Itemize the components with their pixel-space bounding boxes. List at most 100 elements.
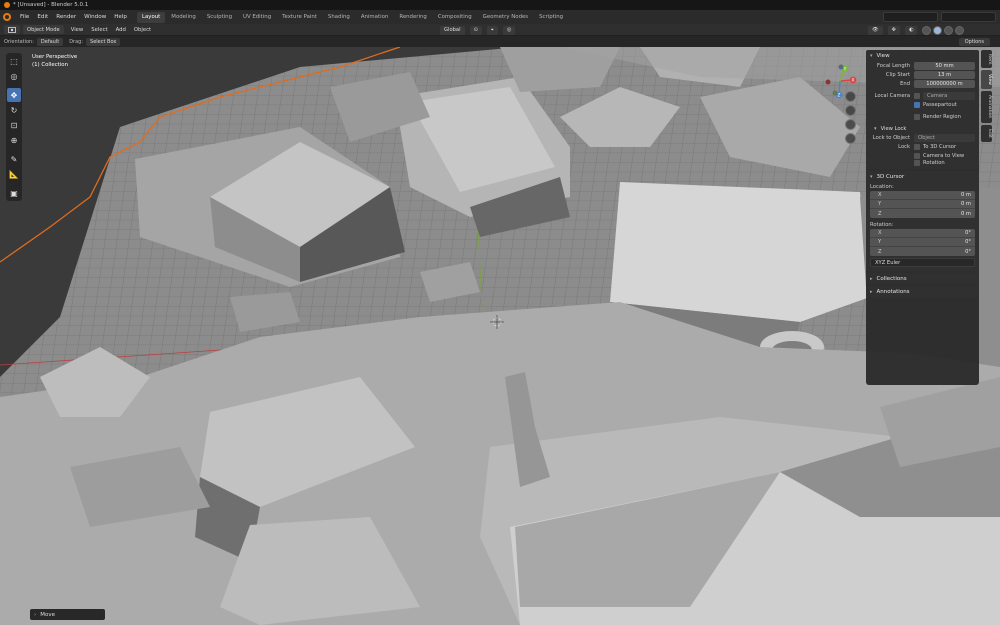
location-y-field[interactable]: Y 0 m: [870, 200, 975, 209]
rotation-y-field[interactable]: Y 0°: [870, 238, 975, 247]
menu-help[interactable]: Help: [110, 10, 131, 24]
location-y-value: 0 m: [960, 201, 971, 207]
top-menu-bar: File Edit Render Window Help Layout Mode…: [0, 10, 1000, 24]
tab-geometry-nodes[interactable]: Geometry Nodes: [478, 12, 533, 23]
move-tool[interactable]: ✥: [7, 88, 21, 102]
annotations-header[interactable]: ▸ Annotations: [866, 286, 979, 297]
sidebar-panel: ▾ View Focal Length 50 mm Clip Start 13 m E…: [866, 50, 979, 385]
chevron-down-icon: ▾: [870, 52, 873, 59]
ortho-toggle-icon[interactable]: [845, 133, 856, 144]
pivot-point-button[interactable]: ⊙: [469, 25, 482, 35]
tab-animation[interactable]: Animation: [356, 12, 393, 23]
scale-tool[interactable]: ⊡: [7, 118, 21, 132]
tab-edit[interactable]: Edit: [981, 124, 992, 142]
shading-rendered-button[interactable]: [955, 25, 965, 35]
collections-title: Collections: [876, 275, 907, 282]
tab-view[interactable]: View: [981, 70, 992, 90]
tab-layout[interactable]: Layout: [136, 11, 166, 23]
camera-view-icon[interactable]: [845, 119, 856, 130]
annotate-tool[interactable]: ✎: [7, 152, 21, 166]
tab-texture-paint[interactable]: Texture Paint: [277, 12, 322, 23]
rotation-z-value: 0°: [965, 248, 971, 255]
rotation-mode-dropdown[interactable]: XYZ Euler: [870, 258, 975, 267]
location-z-field[interactable]: Z 0 m: [870, 209, 975, 218]
menu-add[interactable]: Add: [112, 27, 130, 33]
passepartout-checkbox[interactable]: [914, 101, 920, 108]
location-x-field[interactable]: X 0 m: [870, 191, 975, 200]
menu-file[interactable]: File: [16, 10, 33, 24]
camera-to-view-checkbox[interactable]: [914, 152, 920, 159]
clip-end-field[interactable]: 100000000 m: [914, 79, 975, 88]
menu-render[interactable]: Render: [52, 10, 80, 24]
tab-uv-editing[interactable]: UV Editing: [238, 12, 276, 23]
rotation-lock-checkbox[interactable]: [914, 160, 920, 166]
measure-tool[interactable]: 📐: [7, 167, 21, 181]
transform-tool[interactable]: ⊕: [7, 133, 21, 147]
clip-start-field[interactable]: 13 m: [914, 70, 975, 79]
tab-modeling[interactable]: Modeling: [166, 12, 201, 23]
3d-cursor-header[interactable]: ▾ 3D Cursor: [866, 171, 979, 182]
orientation-dropdown[interactable]: Default: [36, 37, 64, 46]
local-camera-checkbox[interactable]: [914, 92, 920, 99]
camera-to-view-label: Camera to View: [923, 152, 965, 159]
proportional-edit-button[interactable]: ◎: [502, 25, 516, 35]
transform-orientation-dropdown[interactable]: Global: [440, 25, 465, 35]
view-section-header[interactable]: ▾ View: [866, 50, 979, 61]
select-box-tool[interactable]: ⬚: [7, 54, 21, 68]
shading-solid-button[interactable]: [933, 25, 943, 35]
lock-to-object-field[interactable]: Object: [914, 133, 975, 142]
view-layer-selector[interactable]: [941, 12, 996, 22]
menu-select[interactable]: Select: [87, 27, 111, 33]
drag-label: Drag:: [69, 38, 84, 45]
focal-length-field[interactable]: 50 mm: [914, 61, 975, 70]
view-section: ▾ View Focal Length 50 mm Clip Start 13 m E…: [866, 50, 979, 169]
view-lock-header[interactable]: ▾ View Lock: [866, 124, 979, 133]
mode-dropdown[interactable]: Object Mode: [23, 25, 64, 34]
chevron-right-icon: ▸: [870, 288, 873, 295]
to-3d-cursor-checkbox[interactable]: [914, 143, 920, 150]
rotation-y-value: 0°: [965, 239, 971, 245]
window-title: * [Unsaved] - Blender 5.0.1: [13, 2, 89, 8]
local-camera-field[interactable]: Camera: [923, 91, 975, 100]
tab-animation-side[interactable]: Animation: [981, 91, 992, 123]
perspective-label: User Perspective: [32, 54, 78, 60]
3d-viewport[interactable]: User Perspective (1) Collection ⬚ ◎ ✥ ↻ …: [0, 47, 1000, 625]
rotation-x-field[interactable]: X 0°: [870, 229, 975, 238]
tab-sculpting[interactable]: Sculpting: [202, 12, 237, 23]
tab-item[interactable]: Item: [981, 50, 992, 69]
overlay-toggle-button[interactable]: ◐: [904, 25, 918, 35]
last-operator-panel[interactable]: › Move: [30, 609, 105, 620]
annotations-section: ▸ Annotations: [866, 286, 979, 297]
tab-compositing[interactable]: Compositing: [433, 12, 477, 23]
rotation-z-field[interactable]: Z 0°: [870, 247, 975, 256]
shading-wireframe-button[interactable]: [922, 25, 932, 35]
cursor-tool[interactable]: ◎: [7, 69, 21, 83]
tab-shading[interactable]: Shading: [323, 12, 355, 23]
menu-window[interactable]: Window: [80, 10, 110, 24]
menu-view[interactable]: View: [67, 27, 88, 33]
options-dropdown[interactable]: Options: [958, 37, 990, 46]
blender-menu-icon[interactable]: [3, 13, 11, 21]
tab-scripting[interactable]: Scripting: [534, 12, 568, 23]
tab-rendering[interactable]: Rendering: [394, 12, 432, 23]
drag-dropdown[interactable]: Select Box: [86, 37, 121, 46]
collections-section: ▸ Collections: [866, 273, 979, 284]
visibility-button[interactable]: 👁: [868, 25, 883, 35]
menu-edit[interactable]: Edit: [33, 10, 52, 24]
3d-cursor-title: 3D Cursor: [876, 173, 905, 180]
zoom-icon[interactable]: [845, 91, 856, 102]
collections-header[interactable]: ▸ Collections: [866, 273, 979, 284]
gizmo-toggle-button[interactable]: ✥: [887, 25, 900, 35]
rotation-z-axis-label: Z: [878, 248, 882, 255]
pan-hand-icon[interactable]: [845, 105, 856, 116]
editor-type-button[interactable]: [4, 25, 20, 34]
shading-material-button[interactable]: [944, 25, 954, 35]
render-region-checkbox[interactable]: [914, 113, 920, 120]
scene-selectors: [883, 12, 996, 22]
menu-object[interactable]: Object: [130, 27, 155, 33]
snap-button[interactable]: ⌖: [486, 25, 498, 35]
rotate-tool[interactable]: ↻: [7, 103, 21, 117]
rotation-lock-label: Rotation: [923, 160, 945, 166]
scene-selector[interactable]: [883, 12, 938, 22]
add-cube-tool[interactable]: ▣: [7, 186, 21, 200]
